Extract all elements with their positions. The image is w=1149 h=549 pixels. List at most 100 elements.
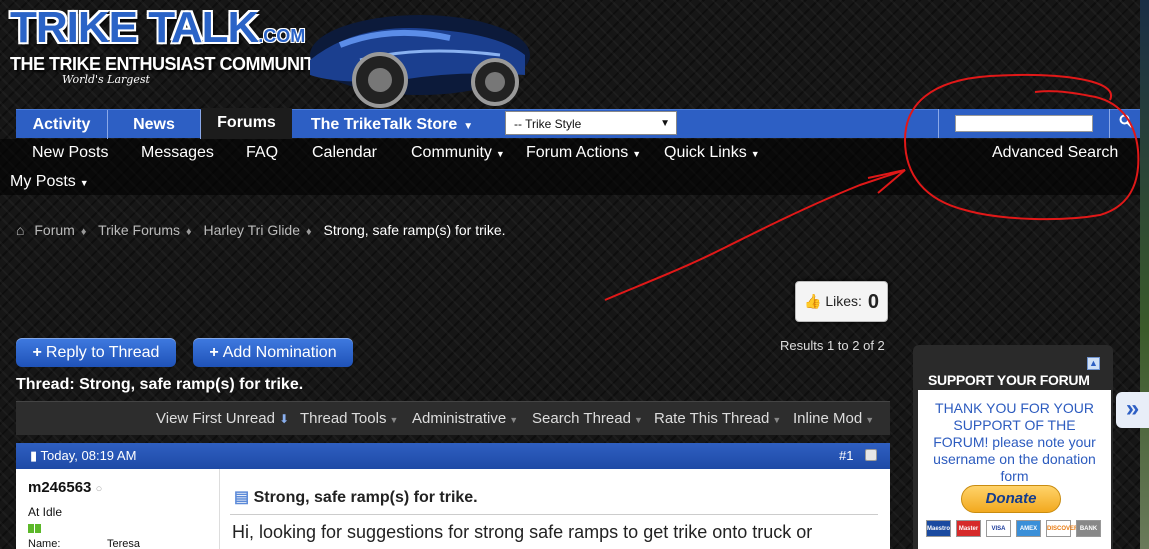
- tab-news[interactable]: News: [108, 110, 201, 139]
- subnav-quick-links[interactable]: Quick Links ▼: [664, 144, 760, 162]
- user-status: At Idle: [28, 505, 63, 519]
- tab-forums[interactable]: Forums: [201, 108, 292, 139]
- subnav-forum-actions[interactable]: Forum Actions ▼: [526, 144, 641, 162]
- magnifier-glyph: [1119, 114, 1133, 128]
- bank-icon: BANK: [1076, 520, 1101, 537]
- chevron-down-icon: ▼: [632, 149, 642, 159]
- plus-icon: +: [209, 344, 219, 361]
- post-date-icon: ▮: [30, 448, 38, 463]
- reply-to-thread-button[interactable]: + Reply to Thread: [16, 338, 176, 367]
- inline-mod-label: Inline Mod: [793, 410, 863, 427]
- likes-count: 0: [867, 291, 880, 313]
- breadcrumb-separator-icon: ♦: [80, 226, 87, 238]
- likes-label: Likes:: [825, 293, 862, 309]
- results-count: Results 1 to 2 of 2: [780, 338, 885, 353]
- thumbs-up-icon: 👍: [804, 293, 822, 309]
- post-number[interactable]: #1: [839, 443, 853, 469]
- sidebar-body: THANK YOU FOR YOUR SUPPORT OF THE FORUM!…: [918, 390, 1111, 549]
- expand-sidebar-icon[interactable]: »: [1116, 392, 1149, 428]
- thread-title: Thread: Strong, safe ramp(s) for trike.: [16, 376, 304, 393]
- site-header: TRIKE TALK.COM THE TRIKE ENTHUSIAST COMM…: [0, 0, 1149, 110]
- maestro-card-icon: Maestro: [926, 520, 951, 537]
- breadcrumb-harley-tri-glide[interactable]: Harley Tri Glide: [204, 222, 300, 238]
- user-name-value: Teresa: [107, 538, 141, 549]
- view-first-unread-link[interactable]: View First Unread ⬇: [156, 410, 289, 427]
- tab-store[interactable]: The TrikeTalk Store ▼: [292, 110, 492, 139]
- sidebar-title: SUPPORT YOUR FORUM: [928, 372, 1090, 388]
- post-content-column: ▤ Strong, safe ramp(s) for trike. Hi, lo…: [220, 469, 890, 549]
- post-header: ▮ Today, 08:19 AM #1: [16, 443, 890, 469]
- logo-dotcom: .COM: [258, 26, 306, 46]
- subnav-community[interactable]: Community ▼: [411, 144, 505, 162]
- chevron-down-icon: ▼: [389, 415, 399, 425]
- support-sidebar: SUPPORT YOUR FORUM THANK YOU FOR YOUR SU…: [913, 345, 1113, 549]
- breadcrumb-current: Strong, safe ramp(s) for trike.: [323, 222, 506, 238]
- post-title-text: Strong, safe ramp(s) for trike.: [253, 489, 478, 506]
- inline-mod-menu[interactable]: Inline Mod ▼: [793, 410, 874, 427]
- subnav-advanced-search[interactable]: Advanced Search: [992, 144, 1118, 162]
- breadcrumb-forum[interactable]: Forum: [34, 222, 74, 238]
- chevron-down-icon: ▼: [865, 415, 875, 425]
- sidebar-message: THANK YOU FOR YOUR SUPPORT OF THE FORUM!…: [933, 400, 1096, 484]
- thread-toolbar: View First Unread ⬇ Thread Tools ▼ Admini…: [16, 401, 890, 435]
- breadcrumb-separator-icon: ♦: [306, 226, 312, 238]
- subnav-forum-actions-label: Forum Actions: [526, 144, 629, 161]
- add-nomination-button[interactable]: + Add Nomination: [193, 338, 353, 367]
- rate-thread-menu[interactable]: Rate This Thread ▼: [654, 410, 781, 427]
- subnav-messages[interactable]: Messages: [141, 144, 214, 162]
- tab-store-label: The TrikeTalk Store: [310, 116, 458, 133]
- thread-tools-label: Thread Tools: [300, 410, 387, 427]
- subnav-my-posts-label: My Posts: [10, 173, 76, 190]
- search-thread-menu[interactable]: Search Thread ▼: [532, 410, 643, 427]
- chevron-down-icon: ▼: [509, 415, 519, 425]
- trike-style-value: -- Trike Style: [514, 117, 582, 131]
- chevron-down-icon: ▼: [463, 121, 474, 132]
- home-icon[interactable]: ⌂: [16, 222, 24, 238]
- chevron-down-icon: ▼: [750, 149, 760, 159]
- chevron-down-icon: ▼: [79, 178, 89, 188]
- donate-button[interactable]: Donate: [961, 485, 1061, 513]
- subnav-community-label: Community: [411, 144, 492, 161]
- subnav-new-posts[interactable]: New Posts: [32, 144, 108, 162]
- view-first-unread-label: View First Unread: [156, 410, 275, 427]
- trike-banner-image: [310, 15, 530, 108]
- subnav-calendar[interactable]: Calendar: [312, 144, 377, 162]
- subnav-faq[interactable]: FAQ: [246, 144, 278, 162]
- tab-news-label: News: [133, 116, 175, 133]
- search-input[interactable]: [955, 115, 1093, 132]
- offline-status-icon: ○: [95, 483, 103, 495]
- post-date: Today, 08:19 AM: [40, 448, 137, 463]
- administrative-menu[interactable]: Administrative ▼: [412, 410, 518, 427]
- post-select-checkbox[interactable]: [865, 449, 877, 461]
- reply-button-label: Reply to Thread: [45, 344, 160, 361]
- post-title: ▤ Strong, safe ramp(s) for trike.: [234, 487, 478, 507]
- thread-tools-menu[interactable]: Thread Tools ▼: [300, 410, 398, 427]
- mastercard-icon: Master: [956, 520, 981, 537]
- username-text: m246563: [28, 479, 92, 496]
- site-logo[interactable]: TRIKE TALK.COM THE TRIKE ENTHUSIAST COMM…: [10, 6, 327, 87]
- chevron-down-icon: ▼: [495, 149, 505, 159]
- post-username[interactable]: m246563 ○: [28, 479, 102, 496]
- tab-activity[interactable]: Activity: [16, 110, 108, 139]
- collapse-icon[interactable]: ▲: [1087, 357, 1100, 370]
- subnav-quick-links-label: Quick Links: [664, 144, 747, 161]
- user-name-label: Name:: [28, 538, 61, 549]
- post-text: Hi, looking for suggestions for strong s…: [232, 522, 813, 542]
- nomination-button-label: Add Nomination: [222, 344, 337, 361]
- likes-box[interactable]: 👍 Likes: 0: [795, 281, 888, 322]
- reputation-icon: [28, 520, 41, 538]
- discover-card-icon: DISCOVER: [1046, 520, 1078, 537]
- search-icon[interactable]: [1112, 109, 1140, 138]
- chevron-down-icon: ▼: [772, 415, 782, 425]
- post-divider: [230, 514, 878, 515]
- search-container: [938, 109, 1110, 138]
- logo-subtitle: THE TRIKE ENTHUSIAST COMMUNITY: [10, 54, 327, 74]
- breadcrumb-trike-forums[interactable]: Trike Forums: [98, 222, 180, 238]
- trike-style-select[interactable]: -- Trike Style ▼: [505, 111, 677, 135]
- rate-thread-label: Rate This Thread: [654, 410, 770, 427]
- payment-cards: Maestro Master VISA AMEX DISCOVER BANK: [926, 520, 1101, 540]
- subnav-my-posts[interactable]: My Posts ▼: [10, 173, 89, 191]
- post-body: m246563 ○ At Idle Name: Teresa ▤ Strong,…: [16, 469, 890, 549]
- post-doc-icon: ▤: [234, 489, 250, 506]
- tab-activity-label: Activity: [32, 116, 91, 133]
